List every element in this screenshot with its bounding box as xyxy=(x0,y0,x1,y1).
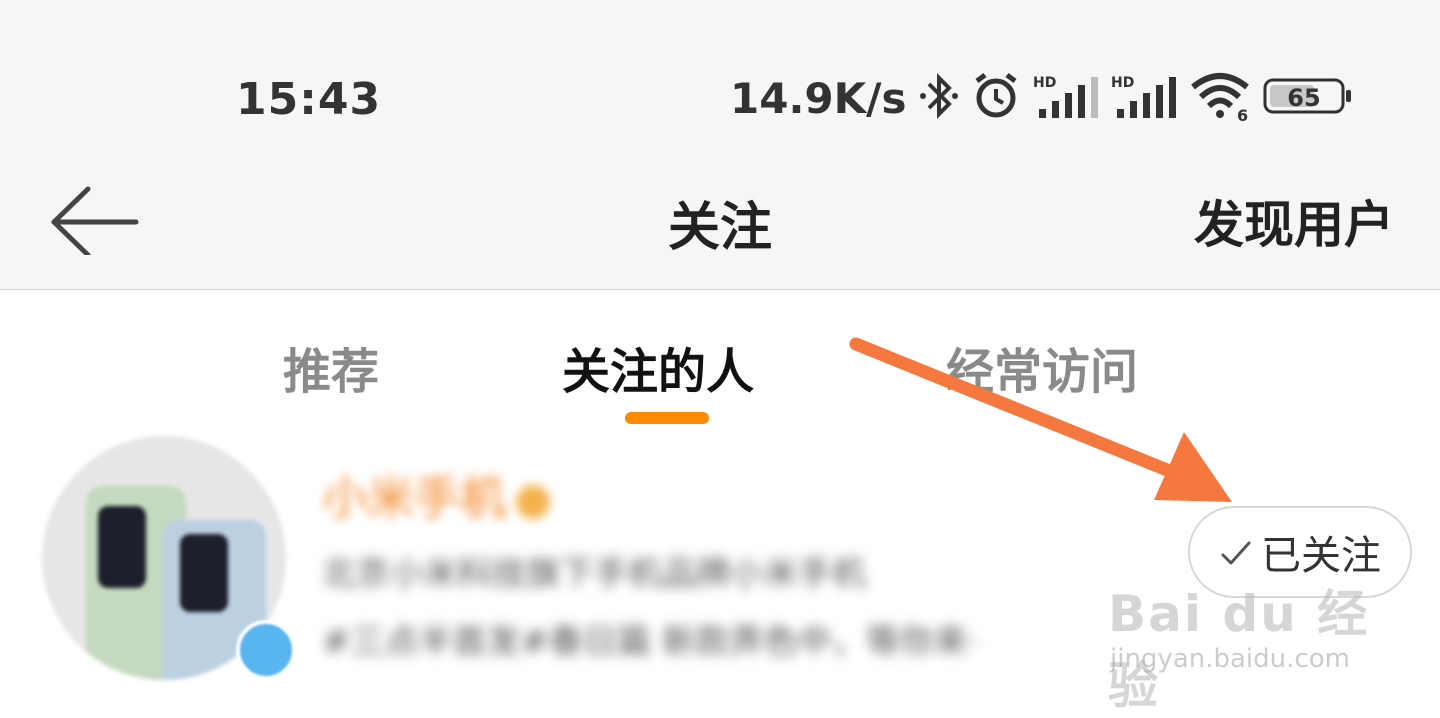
tab-recommend[interactable]: 推荐 xyxy=(283,332,379,402)
following-button[interactable]: 已关注 xyxy=(1188,506,1412,598)
user-description: 北京小米科技旗下手机品牌小米手机 xyxy=(322,554,866,594)
wifi-icon: 6 xyxy=(1189,71,1251,125)
signal-hd-label: HD xyxy=(1033,75,1056,91)
active-tab-indicator xyxy=(625,412,709,424)
user-name[interactable]: 小米手机 xyxy=(322,462,550,528)
tab-bar: 推荐 关注的人 经常访问 xyxy=(0,290,1440,437)
status-icons: 14.9K/s HD HD 6 65 xyxy=(730,70,1353,126)
check-icon xyxy=(1221,541,1251,565)
wifi-6-label: 6 xyxy=(1237,106,1248,121)
discover-users-button[interactable]: 发现用户 xyxy=(1194,185,1394,257)
signal-icon: HD xyxy=(1111,73,1177,123)
nav-bar: 关注 发现用户 xyxy=(0,165,1440,290)
status-time: 15:43 xyxy=(236,74,382,125)
battery-icon: 65 xyxy=(1263,76,1353,120)
verified-badge-icon xyxy=(236,620,296,680)
tab-following[interactable]: 关注的人 xyxy=(562,332,754,402)
signal-hd-label: HD xyxy=(1111,75,1134,91)
battery-level: 65 xyxy=(1287,84,1320,112)
user-list-item[interactable]: 小米手机 北京小米科技旗下手机品牌小米手机 #三点半首发#春日篇 新款弄色中，等… xyxy=(0,436,1440,707)
user-latest-post: #三点半首发#春日篇 新款弄色中，等你来· xyxy=(322,622,979,662)
tab-frequent[interactable]: 经常访问 xyxy=(946,332,1138,402)
following-label: 已关注 xyxy=(1261,533,1381,579)
status-bar: 15:43 14.9K/s HD HD 6 65 xyxy=(0,0,1440,165)
bluetooth-icon xyxy=(919,70,959,126)
alarm-icon xyxy=(971,71,1021,125)
signal-icon: HD xyxy=(1033,73,1099,123)
net-speed: 14.9K/s xyxy=(730,73,907,123)
